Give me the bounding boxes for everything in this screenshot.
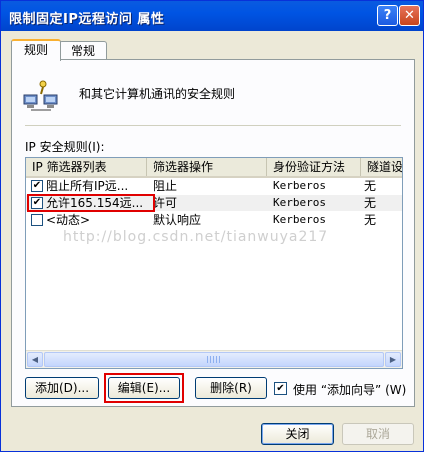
window-title: 限制固定IP远程访问 属性 [9, 12, 165, 27]
rule-checkbox[interactable] [31, 214, 43, 226]
scroll-right-icon[interactable]: ▶ [385, 352, 401, 367]
list-header: IP 筛选器列表 筛选器操作 身份验证方法 隧道设 [26, 158, 402, 178]
close-window-button[interactable]: ✕ [399, 5, 420, 26]
rules-list-label: IP 安全规则(I): [25, 140, 105, 154]
network-computers-icon [23, 80, 58, 111]
column-header-tunnel[interactable]: 隧道设 [361, 158, 402, 176]
properties-dialog: 限制固定IP远程访问 属性 ? ✕ 常规 规则 和其它计算机通讯的安全规则 IP… [0, 0, 424, 452]
table-row[interactable]: 阻止所有IP远... 阻止 Kerberos 无 [26, 178, 402, 194]
rule-checkbox[interactable] [31, 180, 43, 192]
divider [25, 125, 401, 126]
scroll-thumb[interactable] [44, 352, 384, 367]
add-button[interactable]: 添加(D)... [25, 377, 99, 399]
watermark: http://blog.csdn.net/tianwuya217 [63, 229, 329, 245]
table-row[interactable]: <动态> 默认响应 Kerberos 无 [26, 212, 402, 228]
close-button[interactable]: 关闭 [261, 423, 334, 445]
highlight-box [27, 194, 155, 212]
action-cell: 许可 [153, 196, 178, 210]
edit-button[interactable]: 编辑(E)... [108, 377, 180, 399]
filter-cell: <动态> [46, 213, 91, 227]
wizard-label[interactable]: 使用 “添加向导” (W) [293, 381, 406, 398]
horizontal-scrollbar[interactable]: ◀ ▶ [26, 350, 402, 368]
tab-rules[interactable]: 规则 [11, 39, 61, 61]
filter-cell: 阻止所有IP远... [46, 179, 129, 193]
column-header-filter-list[interactable]: IP 筛选器列表 [26, 158, 147, 176]
grip-icon [207, 356, 221, 363]
tunnel-cell: 无 [364, 213, 377, 227]
remove-button[interactable]: 删除(R) [195, 377, 267, 399]
column-header-filter-action[interactable]: 筛选器操作 [147, 158, 267, 176]
action-cell: 默认响应 [153, 213, 202, 227]
help-button[interactable]: ? [377, 5, 398, 26]
tunnel-cell: 无 [364, 179, 377, 193]
action-cell: 阻止 [153, 179, 178, 193]
auth-cell: Kerberos [273, 196, 326, 209]
scroll-left-icon[interactable]: ◀ [27, 352, 43, 367]
description-text: 和其它计算机通讯的安全规则 [79, 87, 236, 101]
cancel-button[interactable]: 取消 [342, 423, 414, 445]
wizard-checkbox[interactable]: ✔ [274, 382, 287, 395]
ip-rules-list[interactable]: IP 筛选器列表 筛选器操作 身份验证方法 隧道设 阻止所有IP远... 阻止 … [25, 157, 403, 369]
title-bar: 限制固定IP远程访问 属性 ? ✕ [1, 1, 423, 31]
tunnel-cell: 无 [364, 196, 377, 210]
column-header-auth-method[interactable]: 身份验证方法 [267, 158, 361, 176]
tab-general[interactable]: 常规 [59, 41, 107, 61]
auth-cell: Kerberos [273, 179, 326, 192]
auth-cell: Kerberos [273, 213, 326, 226]
